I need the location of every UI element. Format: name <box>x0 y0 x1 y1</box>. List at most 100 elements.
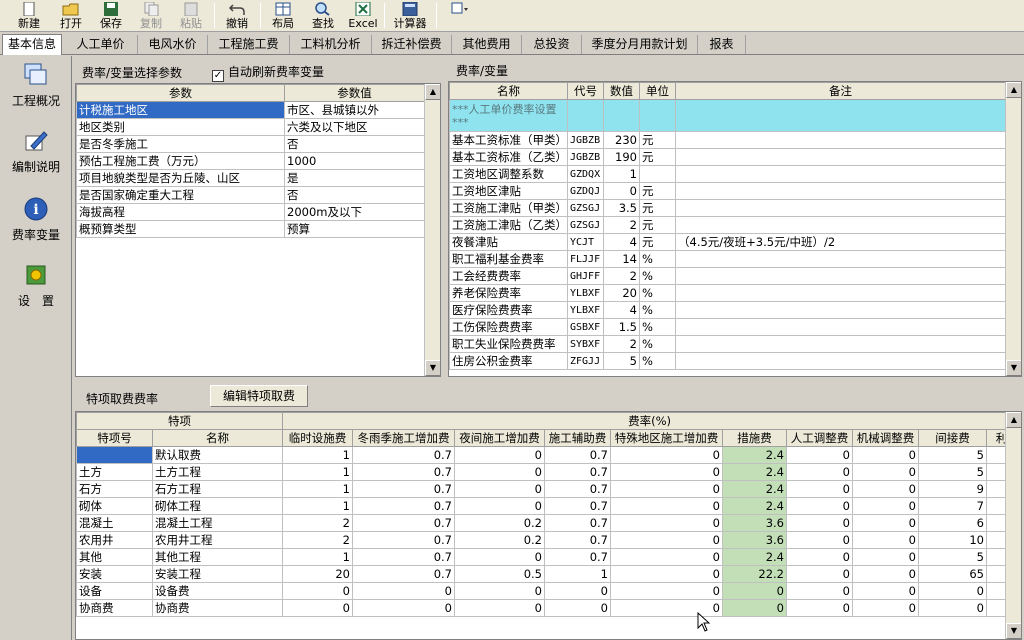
rate-value-cell[interactable]: 5 <box>603 352 640 370</box>
column-header[interactable]: 单位 <box>639 82 676 100</box>
open-button[interactable]: 打开 <box>54 0 88 30</box>
rate-cell[interactable]: 0 <box>610 497 723 515</box>
rate-cell[interactable]: 0 <box>454 548 545 566</box>
rate-unit-cell[interactable]: % <box>639 250 676 268</box>
rate-value-cell[interactable]: 2 <box>603 335 640 353</box>
rate-cell[interactable]: 0 <box>852 565 919 583</box>
rate-cell[interactable]: 0.7 <box>352 531 455 549</box>
rate-name-cell[interactable]: 工会经费费率 <box>449 267 568 285</box>
table-row[interactable]: 工资地区津贴 GZDQJ 0 元 <box>449 182 1006 200</box>
rate-note-cell[interactable] <box>675 267 1006 285</box>
table-row[interactable]: 混凝土 混凝土工程 2 0.7 0.2 0.7 0 3.6 0 0 6 <box>76 514 1018 532</box>
table-row[interactable]: 工资地区调整系数 GZDQX 1 <box>449 165 1006 183</box>
table-row[interactable]: 是否国家确定重大工程否 <box>76 186 425 204</box>
rate-cell[interactable]: 5 <box>918 548 987 566</box>
table-row[interactable]: 医疗保险费费率 YLBXF 4% <box>449 301 1006 319</box>
sidebar-item-compile-notes[interactable]: 编制说明 <box>4 128 68 175</box>
rate-note-cell[interactable] <box>675 352 1006 370</box>
rate-cell[interactable]: 1 <box>282 497 353 515</box>
rate-note-cell[interactable] <box>675 301 1006 319</box>
rate-cell[interactable]: 0 <box>610 548 723 566</box>
tab-utility-price[interactable]: 电风水价 <box>138 35 208 54</box>
column-header[interactable]: 临时设施费 <box>282 429 353 447</box>
rate-code-cell[interactable]: GZSGJ <box>567 199 604 217</box>
column-header[interactable]: 机械调整费 <box>852 429 919 447</box>
rate-note-cell[interactable]: （4.5元/夜班+3.5元/中班）/2 <box>675 233 1006 251</box>
rate-name-cell[interactable]: 职工福利基金费率 <box>449 250 568 268</box>
rate-cell[interactable]: 0 <box>610 480 723 498</box>
table-row[interactable]: 计税施工地区 市区、县城镇以外 <box>76 101 425 119</box>
rate-cell[interactable]: 1 <box>544 565 611 583</box>
rate-cell[interactable]: 3.6 <box>722 531 787 549</box>
param-name-cell[interactable]: 计税施工地区 <box>76 101 285 119</box>
rate-cell[interactable]: 2.4 <box>722 463 787 481</box>
special-code-cell[interactable]: 安装 <box>76 565 153 583</box>
rate-cell[interactable]: 0 <box>786 565 853 583</box>
sidebar-item-rate-variables[interactable]: i 费率变量 <box>4 196 68 243</box>
rate-cell[interactable]: 0.7 <box>544 514 611 532</box>
tab-quarterly-plan[interactable]: 季度分月用款计划 <box>582 35 698 54</box>
rate-code-cell[interactable]: ZFGJJ <box>567 352 604 370</box>
rate-code-cell[interactable]: GHJFF <box>567 267 604 285</box>
tab-reports[interactable]: 报表 <box>698 35 746 54</box>
rate-unit-cell[interactable]: 元 <box>639 216 676 234</box>
rate-cell[interactable]: 0 <box>352 599 455 617</box>
rate-value-cell[interactable]: 190 <box>603 148 640 166</box>
rate-cell[interactable]: 0 <box>918 582 987 600</box>
rate-value-cell[interactable]: 1.5 <box>603 318 640 336</box>
table-row[interactable]: 海拔高程 2000m及以下 <box>76 203 425 221</box>
rate-value-cell[interactable]: 14 <box>603 250 640 268</box>
rate-cell[interactable]: 0 <box>454 480 545 498</box>
tab-total-investment[interactable]: 总投资 <box>522 35 582 54</box>
rate-cell[interactable]: 0 <box>610 514 723 532</box>
rate-cell[interactable]: 5 <box>918 463 987 481</box>
rate-unit-cell[interactable]: 元 <box>639 148 676 166</box>
rate-cell[interactable]: 0 <box>722 599 787 617</box>
table-row[interactable]: 协商费 协商费 0 0 0 0 0 0 0 0 0 <box>76 599 1018 617</box>
rate-cell[interactable]: 0 <box>454 497 545 515</box>
table-row[interactable]: 砌体 砌体工程 1 0.7 0 0.7 0 2.4 0 0 7 <box>76 497 1018 515</box>
special-name-cell[interactable]: 农用井工程 <box>152 531 283 549</box>
tab-other-fees[interactable]: 其他费用 <box>452 35 522 54</box>
rate-name-cell[interactable]: 工资施工津贴（甲类） <box>449 199 568 217</box>
rate-cell[interactable]: 0 <box>852 599 919 617</box>
rate-unit-cell[interactable]: 元 <box>639 131 676 149</box>
param-value-cell[interactable]: 1000 <box>284 152 425 170</box>
table-row[interactable]: 设备 设备费 0 0 0 0 0 0 0 0 0 <box>76 582 1018 600</box>
table-row[interactable]: 工资施工津贴（甲类） GZSGJ 3.5 元 <box>449 199 1006 217</box>
table-row[interactable]: 工资施工津贴（乙类） GZSGJ 2 元 <box>449 216 1006 234</box>
scroll-down-arrow-icon[interactable]: ▼ <box>425 360 440 376</box>
rate-name-cell[interactable]: 工资地区津贴 <box>449 182 568 200</box>
rate-value-cell[interactable]: 20 <box>603 284 640 302</box>
rate-unit-cell[interactable]: 元 <box>639 199 676 217</box>
rate-cell[interactable]: 0.7 <box>352 446 455 464</box>
rate-name-cell[interactable]: 住房公积金费率 <box>449 352 568 370</box>
param-value-cell[interactable]: 市区、县城镇以外 <box>284 101 425 119</box>
rate-cell[interactable]: 20 <box>282 565 353 583</box>
param-vertical-scrollbar[interactable]: ▲ ▼ <box>424 84 440 376</box>
rate-cell[interactable]: 22.2 <box>722 565 787 583</box>
rate-value-cell[interactable]: 3.5 <box>603 199 640 217</box>
rate-cell[interactable]: 0.7 <box>352 514 455 532</box>
table-row[interactable]: 默认取费 1 0.7 0 0.7 0 2.4 0 0 5 <box>76 446 1018 464</box>
rate-cell[interactable]: 2.4 <box>722 548 787 566</box>
tab-material-analysis[interactable]: 工料机分析 <box>290 35 372 54</box>
table-row[interactable]: 夜餐津贴 YCJT 4 元（4.5元/夜班+3.5元/中班）/2 <box>449 233 1006 251</box>
section-header-cell[interactable]: ***人工单价费率设置*** <box>449 99 568 132</box>
rate-cell[interactable]: 0 <box>786 463 853 481</box>
table-row[interactable]: 基本工资标准（乙类） JGBZB 190 元 <box>449 148 1006 166</box>
table-row[interactable]: 养老保险费率 YLBXF 20% <box>449 284 1006 302</box>
tab-demolition-compensation[interactable]: 拆迁补偿费 <box>372 35 452 54</box>
scroll-up-arrow-icon[interactable]: ▲ <box>425 84 440 100</box>
rate-note-cell[interactable] <box>675 250 1006 268</box>
rate-cell[interactable]: 6 <box>918 514 987 532</box>
paste-button[interactable]: 粘贴 <box>174 0 208 30</box>
special-code-cell[interactable]: 其他 <box>76 548 153 566</box>
column-header[interactable]: 代号 <box>567 82 604 100</box>
column-header[interactable]: 间接费 <box>918 429 987 447</box>
rate-cell[interactable]: 0 <box>786 548 853 566</box>
rate-cell[interactable]: 1 <box>282 446 353 464</box>
special-name-cell[interactable]: 设备费 <box>152 582 283 600</box>
rate-cell[interactable]: 0.7 <box>352 463 455 481</box>
rate-code-cell[interactable]: YCJT <box>567 233 604 251</box>
